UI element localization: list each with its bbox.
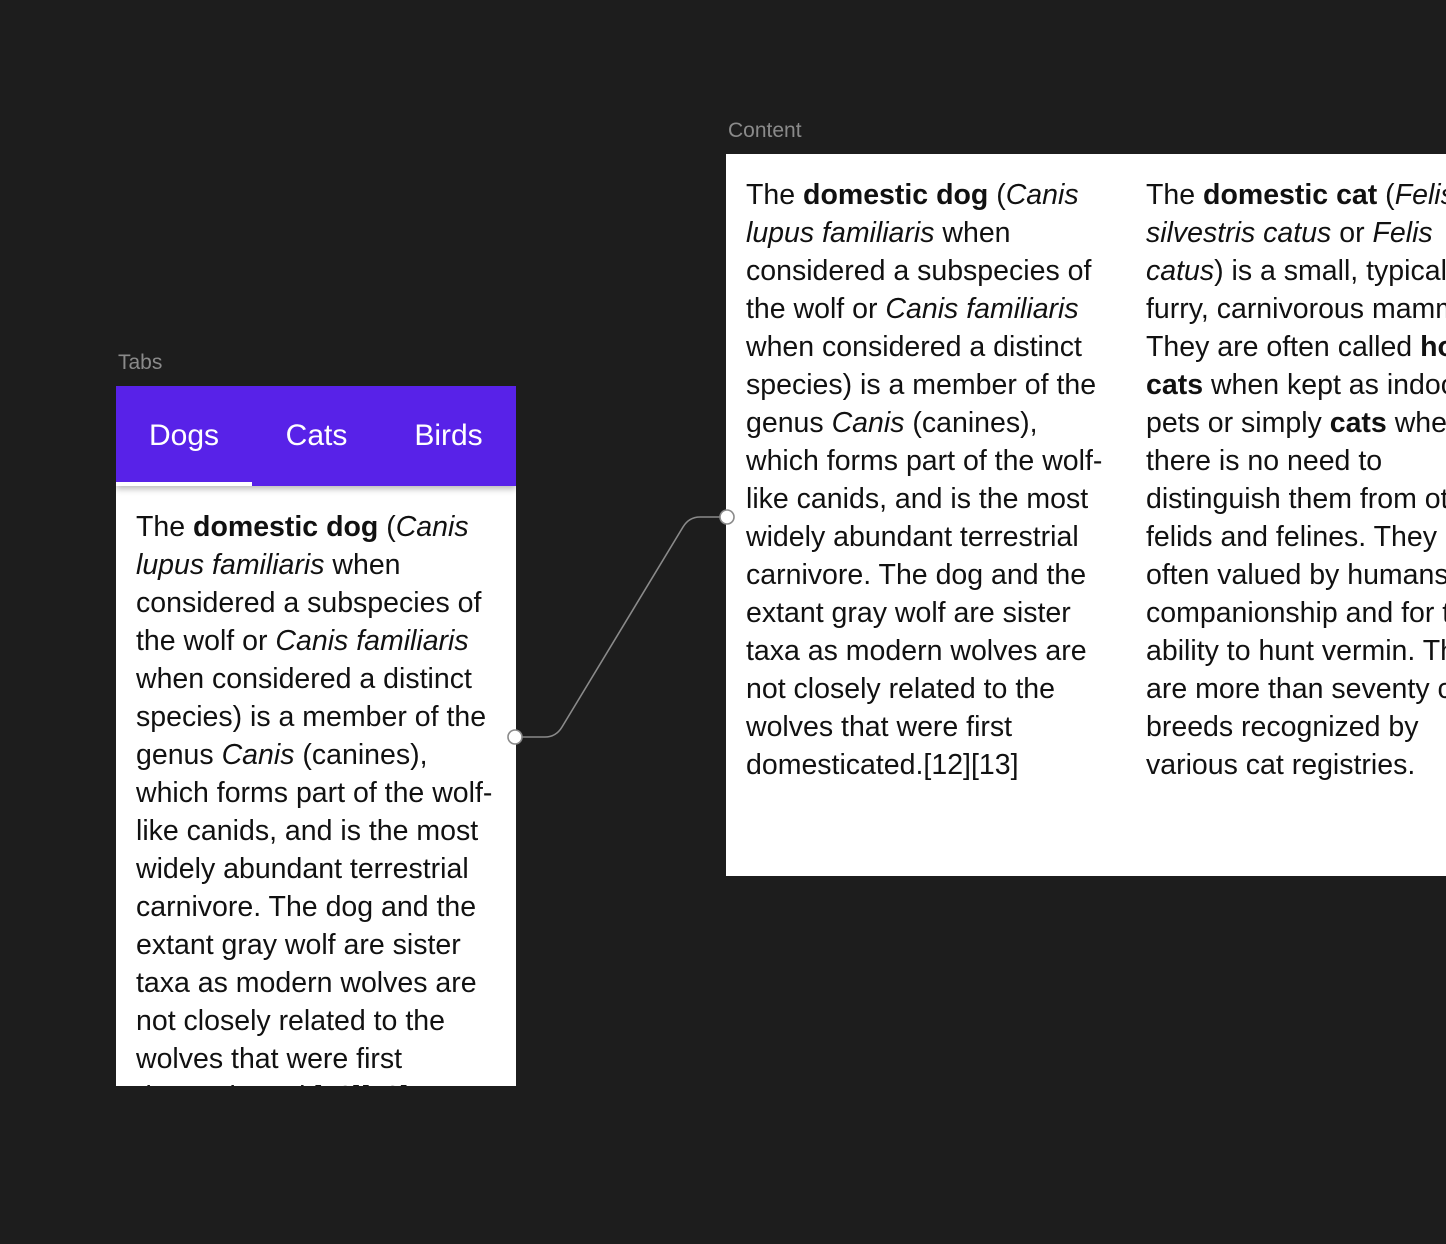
cat-text-run: The: [1146, 179, 1204, 211]
frame-label-tabs[interactable]: Tabs: [118, 351, 162, 375]
tab-cats-label: Cats: [285, 419, 348, 452]
cat-term-bold: domestic cat: [1203, 179, 1378, 211]
dog-term-bold: domestic dog: [193, 511, 379, 543]
cat-text-run: or: [1331, 217, 1373, 249]
dog-term-bold: domestic dog: [803, 179, 989, 211]
connector-line: [515, 516, 727, 738]
cat-term-bold: cats: [1329, 407, 1387, 439]
dog-text-run: (canines), which forms part of the wolf-…: [746, 407, 1103, 781]
content-frame[interactable]: The domestic dog (Canis lupus familiaris…: [726, 154, 1446, 876]
tab-cats[interactable]: Cats: [252, 386, 381, 486]
tabs-frame[interactable]: Dogs Cats Birds The domestic dog ( Canis …: [116, 386, 516, 1086]
dog-text-run: (canines), which forms part of the wolf-…: [136, 739, 493, 1086]
dog-scientific-name: Canis familiaris: [885, 293, 1079, 325]
content-cat-panel: The domestic cat (Felis silvestris catus…: [1146, 176, 1446, 784]
dog-text-run: The: [136, 511, 194, 543]
dog-description-text: The domestic dog (Canis lupus familiaris…: [136, 508, 506, 1086]
dog-genus-name: Canis: [831, 407, 905, 439]
dog-text-run: The: [746, 179, 804, 211]
dog-scientific-name: Canis familiaris: [275, 625, 469, 657]
tab-birds[interactable]: Birds: [381, 386, 516, 486]
content-dog-panel: The domestic dog (Canis lupus familiaris…: [746, 176, 1118, 784]
tab-bar: Dogs Cats Birds: [116, 386, 516, 486]
dog-text-run: (: [988, 179, 1006, 211]
dog-text-run: (: [378, 511, 396, 543]
tab-selected-indicator: [116, 482, 252, 486]
tab-dogs[interactable]: Dogs: [116, 386, 252, 486]
frame-label-content[interactable]: Content: [728, 119, 802, 143]
tab-birds-label: Birds: [414, 419, 483, 452]
tab-dogs-label: Dogs: [148, 419, 220, 452]
prototype-canvas: Tabs Content Dogs Cats Birds The domesti…: [0, 0, 1446, 1244]
dog-genus-name: Canis: [221, 739, 295, 771]
cat-text-run: (: [1377, 179, 1395, 211]
cat-text-run: when there is no need to distinguish the…: [1146, 407, 1446, 781]
